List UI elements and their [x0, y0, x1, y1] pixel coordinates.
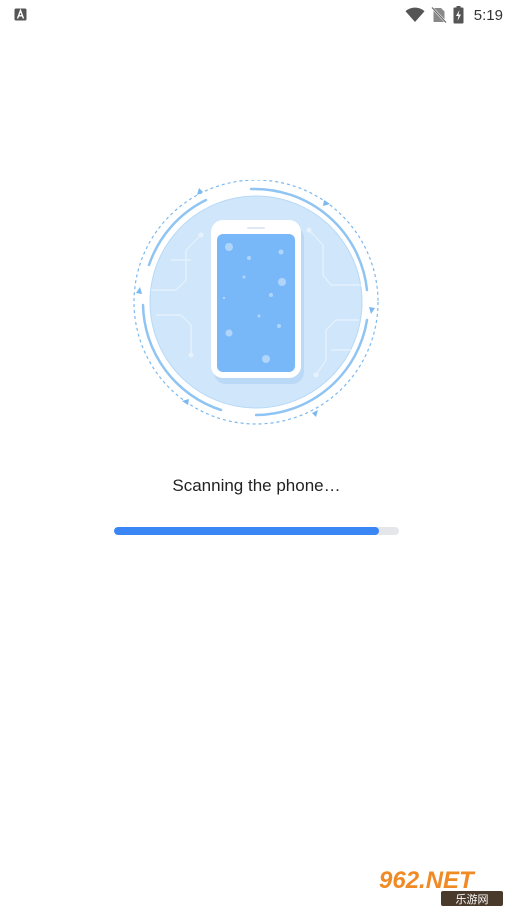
- battery-charging-icon: [453, 6, 464, 24]
- phone-scan-illustration: [133, 180, 379, 425]
- watermark-brand: 962.NET: [379, 867, 476, 894]
- a-box-icon: [14, 8, 27, 21]
- scan-status-text: Scanning the phone…: [172, 476, 341, 495]
- status-icons: 5:19: [405, 5, 503, 25]
- scan-progress-bar: [114, 527, 399, 535]
- status-bar: 5:19: [0, 0, 513, 30]
- wifi-icon: [405, 7, 425, 22]
- phone-speaker: [247, 227, 265, 229]
- phone-screen: [217, 234, 295, 372]
- scan-progress-fill: [114, 527, 380, 535]
- watermark-subtitle: 乐游网: [456, 893, 489, 906]
- no-sim-icon: [430, 7, 447, 23]
- site-watermark-logo: 962.NET 乐游网: [375, 864, 507, 908]
- clock: 5:19: [473, 6, 503, 24]
- notification-area: [14, 8, 27, 26]
